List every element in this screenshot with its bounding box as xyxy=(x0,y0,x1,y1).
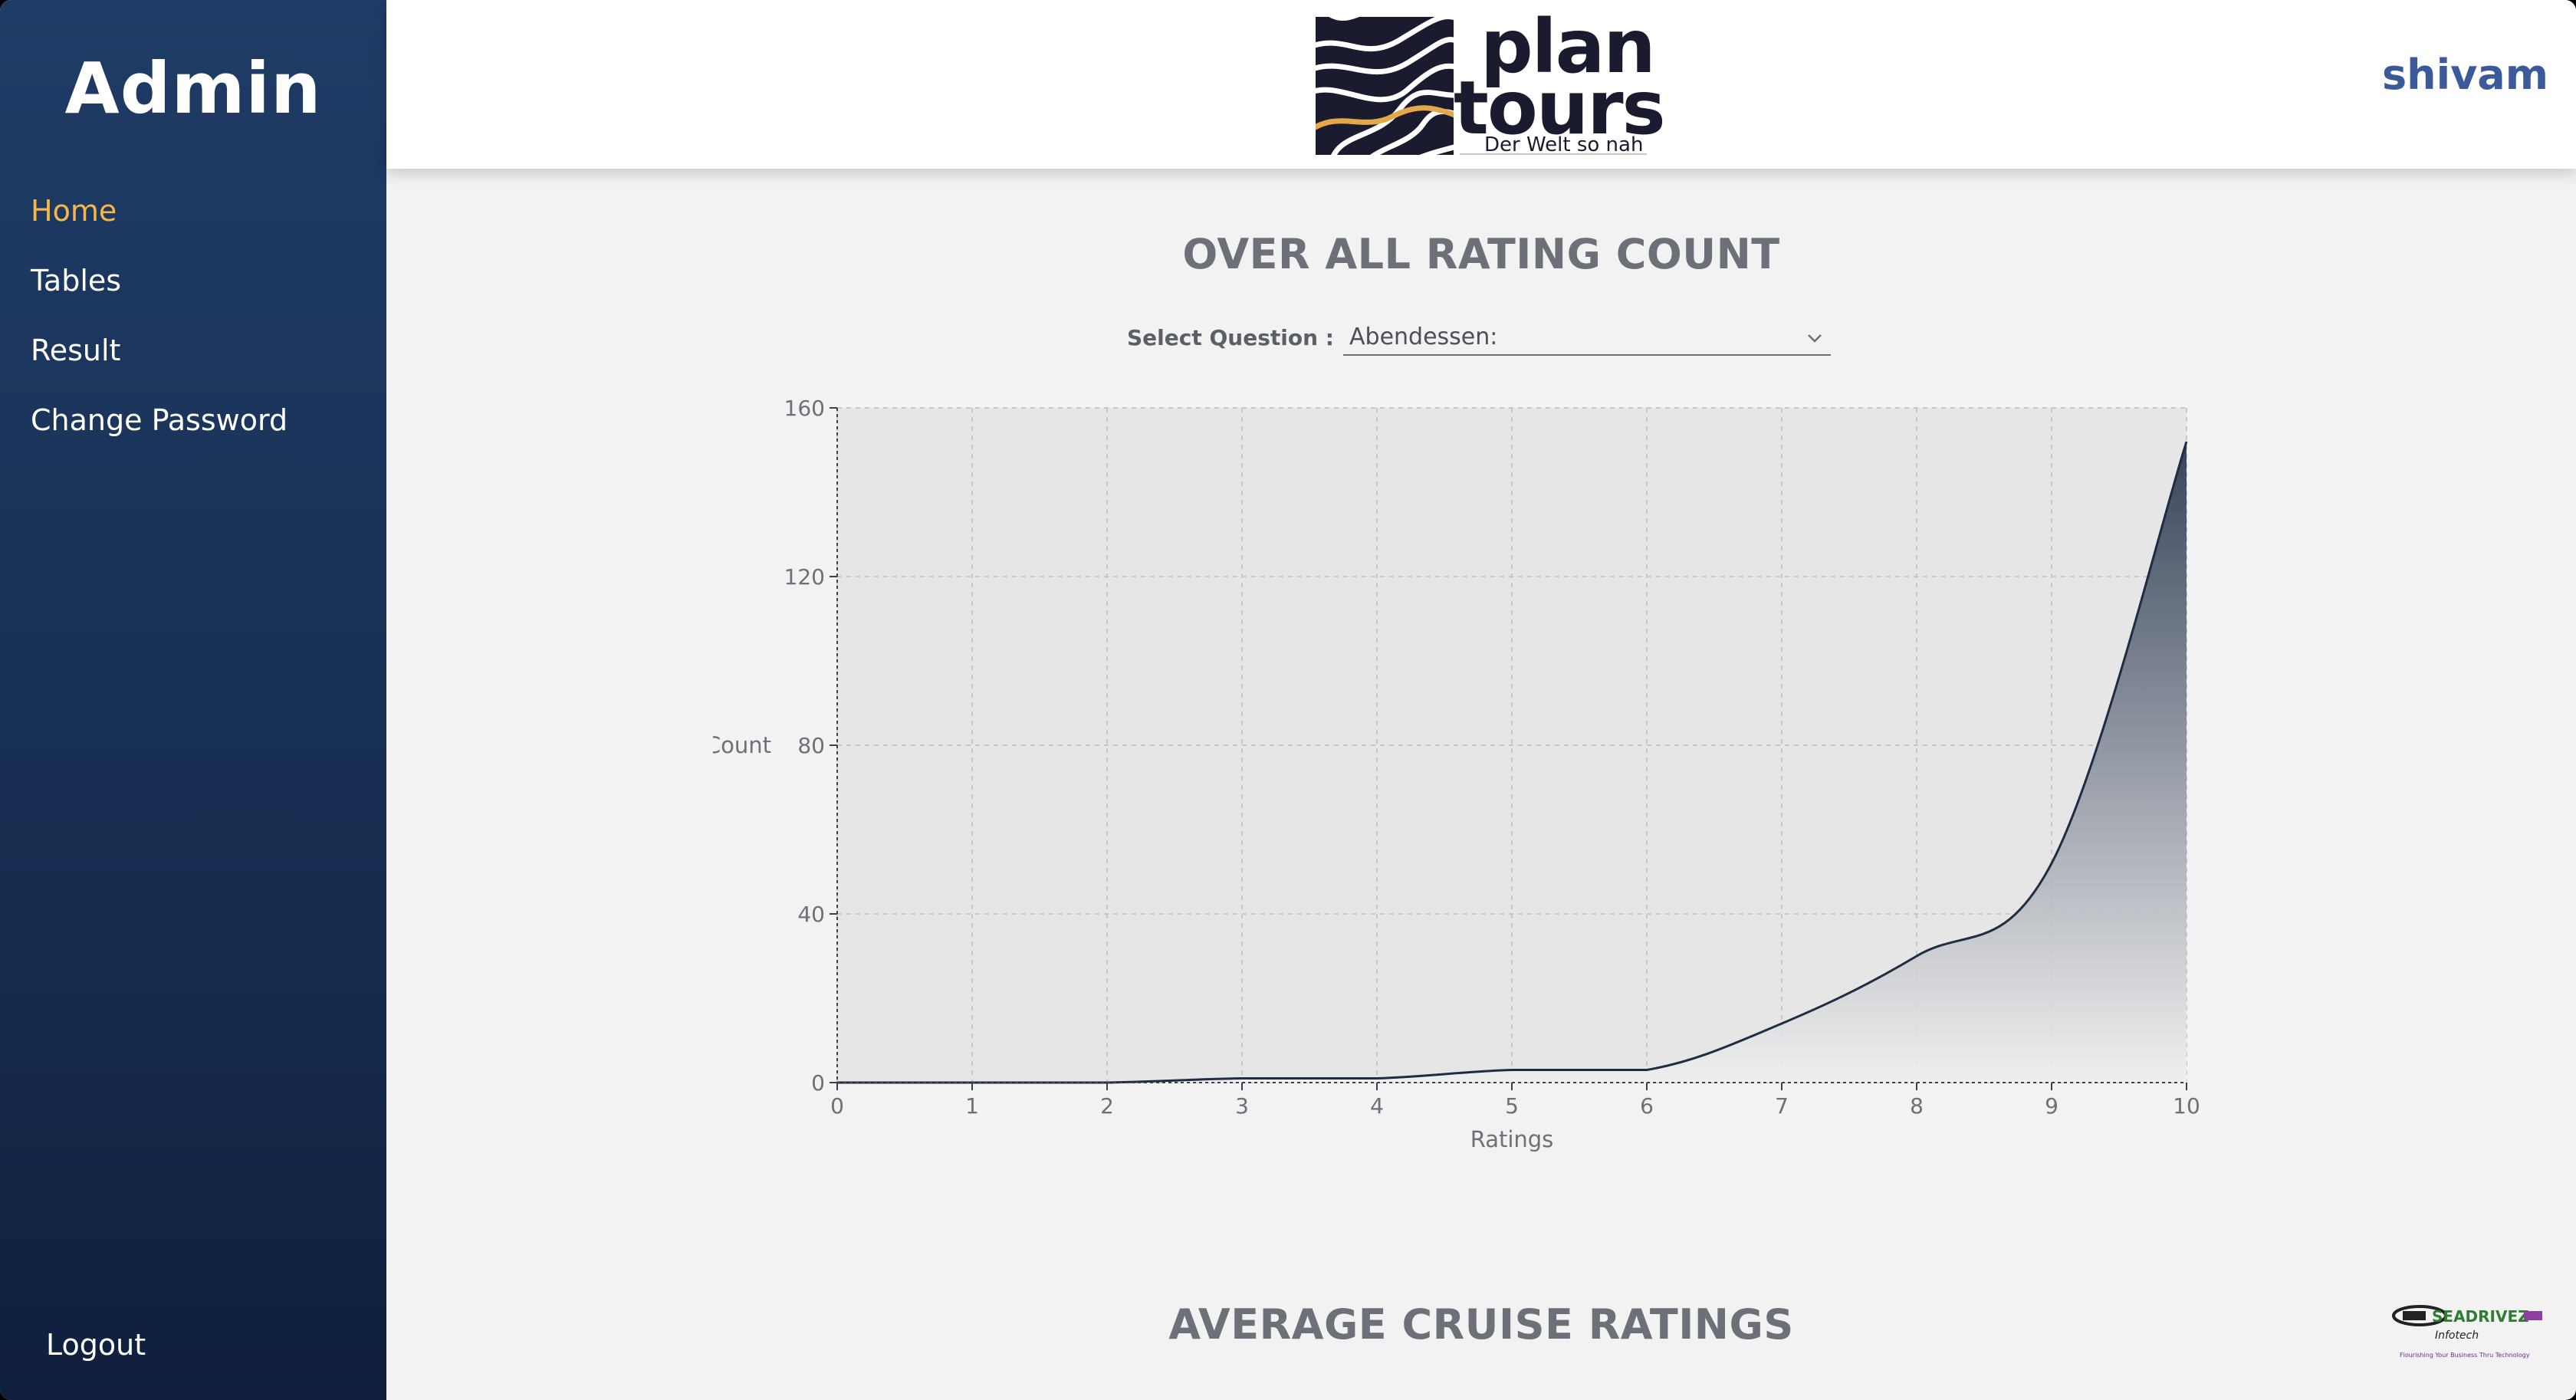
sidebar-nav: Home Tables Result Change Password xyxy=(31,188,288,467)
sidebar-item-home[interactable]: Home xyxy=(31,188,288,258)
app-window: Admin Home Tables Result Change Password… xyxy=(0,0,2576,1400)
y-tick-label: 0 xyxy=(811,1070,825,1096)
sidebar-item-tables[interactable]: Tables xyxy=(31,258,288,327)
chevron-down-icon xyxy=(1803,327,1826,350)
y-tick-label: 80 xyxy=(797,733,825,758)
footer-logo-name: SEADRIVEZ xyxy=(2432,1307,2529,1326)
question-select-value: Abendessen: xyxy=(1349,324,1498,350)
x-tick-label: 3 xyxy=(1235,1093,1249,1119)
y-axis-label: Count xyxy=(713,732,771,758)
x-tick-label: 7 xyxy=(1775,1093,1789,1119)
sidebar-item-change-password[interactable]: Change Password xyxy=(31,397,288,467)
y-tick-label: 40 xyxy=(797,902,825,927)
footer-logo-sub: Infotech xyxy=(2435,1329,2479,1342)
y-tick-label: 120 xyxy=(784,564,825,590)
brand-logo[interactable]: plan tours Der Welt so nah xyxy=(1316,10,1666,158)
footer-logo-tagline: Flourishing Your Business Thru Technolog… xyxy=(2400,1352,2530,1359)
x-axis-label: Ratings xyxy=(1470,1126,1554,1152)
question-select[interactable]: Abendessen: xyxy=(1343,322,1831,356)
sidebar-title: Admin xyxy=(64,48,322,130)
x-tick-label: 9 xyxy=(2045,1093,2058,1119)
sidebar-item-result[interactable]: Result xyxy=(31,327,288,397)
x-tick-label: 0 xyxy=(830,1093,844,1119)
y-tick-label: 160 xyxy=(784,396,825,421)
x-tick-label: 8 xyxy=(1910,1093,1924,1119)
logout-button[interactable]: Logout xyxy=(46,1328,146,1362)
user-name[interactable]: shivam xyxy=(2382,51,2548,99)
header-bar: plan tours Der Welt so nah shivam xyxy=(386,0,2576,169)
x-tick-label: 2 xyxy=(1100,1093,1114,1119)
seadrivez-logo: SEADRIVEZ Infotech Flourishing Your Busi… xyxy=(2389,1296,2550,1365)
x-tick-label: 4 xyxy=(1370,1093,1384,1119)
rating-count-chart: 0 1 2 3 4 5 6 7 8 9 10 0 40 80 120 160 Ratings Count xyxy=(713,396,2200,1152)
brand-word-tours: tours xyxy=(1454,65,1666,151)
x-tick-label: 10 xyxy=(2173,1093,2200,1119)
brand-mark-icon xyxy=(1316,17,1454,155)
average-ratings-title: AVERAGE CRUISE RATINGS xyxy=(1168,1300,1794,1349)
rating-count-title: OVER ALL RATING COUNT xyxy=(1182,230,1780,278)
brand-underline xyxy=(1460,153,1647,155)
select-question-label: Select Question : xyxy=(1127,325,1334,350)
x-tick-label: 5 xyxy=(1505,1093,1519,1119)
sidebar: Admin Home Tables Result Change Password… xyxy=(0,0,386,1400)
x-tick-label: 1 xyxy=(965,1093,979,1119)
x-tick-label: 6 xyxy=(1640,1093,1654,1119)
